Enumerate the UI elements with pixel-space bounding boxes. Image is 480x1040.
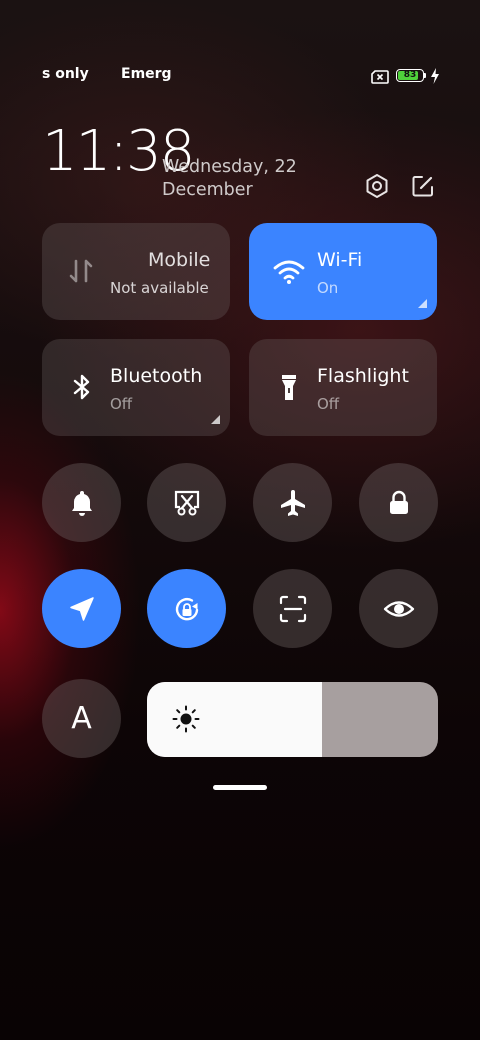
charging-bolt-icon [430,68,440,84]
flashlight-tile-title: Flashlight [317,365,409,387]
battery-indicator: 83 [396,69,424,82]
wifi-tile[interactable]: Wi-Fi On [249,223,437,320]
font-A-icon: A [71,700,92,736]
airplane-mode-toggle[interactable] [253,463,332,542]
font-size-toggle[interactable]: A [42,679,121,758]
lock-icon [389,490,408,514]
brightness-slider[interactable] [147,682,438,757]
airplane-icon [280,489,305,516]
clock-date[interactable]: Wednesday, 22 December [162,156,322,202]
battery-tip [424,73,426,78]
brightness-sun-icon [171,704,201,734]
edit-icon[interactable] [409,172,437,200]
lock-screen-toggle[interactable] [359,463,438,542]
settings-hexagon-icon[interactable] [363,172,391,200]
scanner-toggle[interactable] [253,569,332,648]
date-line-2: December [162,180,253,200]
screenshot-icon [174,490,199,515]
wifi-tile-title: Wi-Fi [317,249,363,271]
reading-mode-toggle[interactable] [359,569,438,648]
location-icon [69,596,94,621]
bluetooth-tile-subtitle: Off [110,395,133,413]
bluetooth-tile-title: Bluetooth [110,365,203,387]
mobile-tile-title: Mobile [148,249,211,271]
mobile-tile-subtitle: Not available [110,279,209,297]
flashlight-tile[interactable]: Flashlight Off [249,339,437,436]
bluetooth-icon [64,369,100,405]
location-toggle[interactable] [42,569,121,648]
scan-icon [279,595,306,622]
emergency-status-text: Emerg [121,66,172,82]
flashlight-icon [271,369,307,405]
screenshot-toggle[interactable] [147,463,226,542]
mobile-data-tile[interactable]: Mobile Not available [42,223,230,320]
rotation-lock-icon [175,597,198,620]
eye-icon [383,600,414,617]
battery-level-text: 83 [403,70,417,80]
bluetooth-expand-corner-icon[interactable] [211,415,220,424]
wifi-tile-subtitle: On [317,279,339,297]
panel-drag-handle[interactable] [213,785,267,790]
bell-icon [71,490,92,516]
wifi-icon [271,253,307,289]
bluetooth-tile[interactable]: Bluetooth Off [42,339,230,436]
sound-toggle[interactable] [42,463,121,542]
rotation-lock-toggle[interactable] [147,569,226,648]
flashlight-tile-subtitle: Off [317,395,340,413]
no-sim-icon [371,69,389,84]
carrier-status-text: s only [42,66,89,82]
mobile-data-arrows-icon [64,253,100,289]
date-line-1: Wednesday, 22 [162,157,297,177]
wifi-expand-corner-icon[interactable] [418,299,427,308]
